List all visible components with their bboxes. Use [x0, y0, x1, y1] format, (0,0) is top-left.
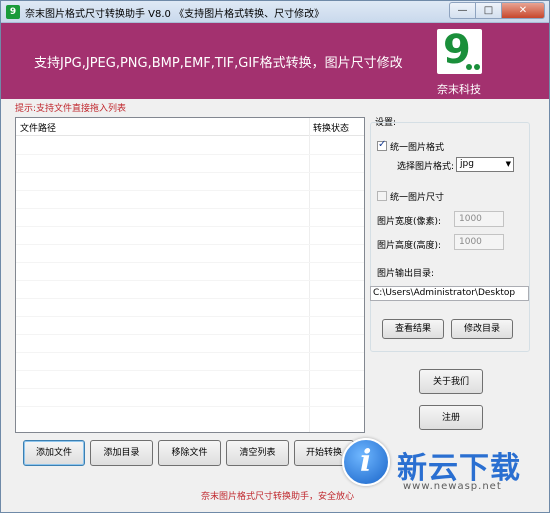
width-label: 图片宽度(像素): [377, 217, 442, 227]
unify-size-label[interactable]: 统一图片尺寸 [390, 190, 444, 203]
banner-text: 支持JPG,JPEG,PNG,BMP,EMF,TIF,GIF格式转换，图片尺寸修… [34, 56, 403, 71]
row-gridline [16, 244, 364, 245]
width-input[interactable]: 1000 [454, 211, 504, 227]
unify-format-checkbox[interactable] [377, 139, 387, 151]
remove-file-button[interactable]: 移除文件 [158, 440, 221, 466]
minimize-button[interactable]: — [449, 2, 475, 19]
watermark-url: www.newasp.net [403, 481, 502, 492]
row-gridline [16, 172, 364, 173]
row-gridline [16, 262, 364, 263]
logo-dot [466, 64, 472, 70]
register-button[interactable]: 注册 [419, 405, 483, 430]
close-button[interactable]: ✕ [501, 2, 545, 19]
row-gridline [16, 352, 364, 353]
unify-format-label[interactable]: 统一图片格式 [390, 140, 444, 153]
format-select[interactable]: jpg ▼ [456, 157, 514, 172]
add-file-button[interactable]: 添加文件 [23, 440, 85, 466]
view-result-button[interactable]: 查看结果 [382, 319, 444, 339]
row-gridline [16, 370, 364, 371]
row-gridline [16, 190, 364, 191]
window-controls: — □ ✕ [449, 2, 545, 20]
row-gridline [16, 334, 364, 335]
dropdown-arrow-icon: ▼ [505, 160, 511, 168]
watermark-logo-icon: i [342, 438, 390, 486]
row-gridline [16, 280, 364, 281]
maximize-button[interactable]: □ [475, 2, 501, 19]
app-icon: 9 [6, 5, 20, 19]
unify-size-checkbox[interactable] [377, 191, 387, 201]
height-label: 图片高度(高度): [377, 241, 442, 251]
company-name: 奈末科技 [437, 83, 481, 96]
title-bar[interactable]: 9 奈末图片格式尺寸转换助手 V8.0 《支持图片格式转换、尺寸修改》 — □ … [1, 1, 549, 23]
file-list-header: 文件路径 转换状态 [16, 118, 364, 136]
row-gridline [16, 226, 364, 227]
clear-list-button[interactable]: 清空列表 [226, 440, 289, 466]
row-gridline [16, 316, 364, 317]
row-gridline [16, 298, 364, 299]
banner: 支持JPG,JPEG,PNG,BMP,EMF,TIF,GIF格式转换，图片尺寸修… [1, 23, 549, 99]
row-gridline [16, 154, 364, 155]
format-select-label: 选择图片格式: [397, 162, 455, 172]
watermark-letter: i [360, 444, 372, 479]
output-dir-label: 图片输出目录: [377, 269, 435, 279]
column-convert-status[interactable]: 转换状态 [313, 121, 349, 134]
window-title: 奈末图片格式尺寸转换助手 V8.0 《支持图片格式转换、尺寸修改》 [25, 9, 325, 20]
footer-text: 奈末图片格式尺寸转换助手，安全放心 [201, 492, 355, 502]
output-dir-field[interactable]: C:\Users\Administrator\Desktop [370, 286, 529, 301]
height-input[interactable]: 1000 [454, 234, 504, 250]
logo-dot [474, 64, 480, 70]
add-folder-button[interactable]: 添加目录 [90, 440, 153, 466]
column-divider [309, 118, 310, 432]
column-file-path[interactable]: 文件路径 [20, 121, 56, 134]
app-window: 9 奈末图片格式尺寸转换助手 V8.0 《支持图片格式转换、尺寸修改》 — □ … [0, 0, 550, 513]
change-dir-button[interactable]: 修改目录 [451, 319, 513, 339]
row-gridline [16, 406, 364, 407]
row-gridline [16, 388, 364, 389]
company-logo: 9 [437, 27, 482, 74]
format-select-value: jpg [460, 159, 474, 169]
file-list[interactable]: 文件路径 转换状态 [15, 117, 365, 433]
row-gridline [16, 208, 364, 209]
drag-hint: 提示:支持文件直接拖入列表 [15, 104, 127, 114]
about-button[interactable]: 关于我们 [419, 369, 483, 394]
